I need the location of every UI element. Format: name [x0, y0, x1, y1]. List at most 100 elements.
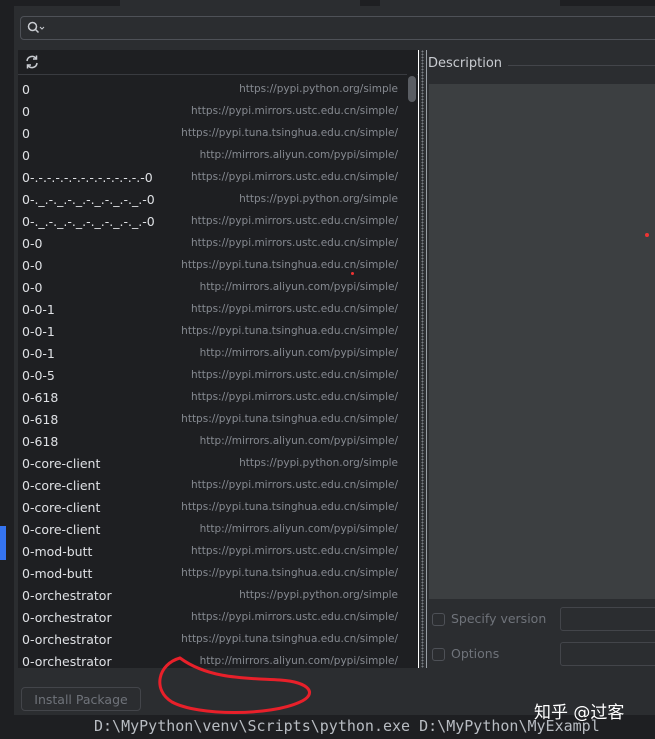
package-row[interactable]: 0-core-client https://pypi.python.org/sim…: [18, 453, 402, 475]
version-select[interactable]: [560, 607, 655, 631]
package-repository: https://pypi.mirrors.ustc.edu.cn/simple/: [191, 545, 398, 557]
package-repository: https://pypi.mirrors.ustc.edu.cn/simple/: [191, 303, 398, 315]
package-name: 0: [22, 82, 30, 97]
package-row[interactable]: 0-618 https://pypi.mirrors.ustc.edu.cn/si…: [18, 387, 402, 409]
package-repository: http://mirrors.aliyun.com/pypi/simple/: [199, 281, 398, 293]
package-name: 0: [22, 148, 30, 163]
package-repository: https://pypi.tuna.tsinghua.edu.cn/simple…: [181, 633, 398, 645]
package-search-field[interactable]: [20, 16, 655, 40]
package-name: 0-mod-butt: [22, 544, 93, 559]
package-row[interactable]: 0-0 https://pypi.tuna.tsinghua.edu.cn/sim…: [18, 255, 402, 277]
options-input[interactable]: [560, 642, 655, 666]
package-name: 0-core-client: [22, 456, 101, 471]
package-name: 0-.-.-.-.-.-.-.-.-.-.-.-.-.-0: [22, 170, 153, 185]
description-divider: [508, 65, 655, 66]
package-row[interactable]: 0-0 https://pypi.mirrors.ustc.edu.cn/simp…: [18, 233, 402, 255]
package-name: 0-0: [22, 280, 43, 295]
specify-version-checkbox[interactable]: [432, 613, 445, 626]
package-row[interactable]: 0-orchestrator https://pypi.mirrors.ustc.…: [18, 607, 402, 629]
package-row[interactable]: 0-618 http://mirrors.aliyun.com/pypi/simp…: [18, 431, 402, 453]
package-repository: https://pypi.mirrors.ustc.edu.cn/simple/: [191, 611, 398, 623]
package-name: 0-mod-butt: [22, 566, 93, 581]
package-repository: https://pypi.python.org/simple: [239, 589, 398, 601]
package-row[interactable]: 0-core-client http://mirrors.aliyun.com/p…: [18, 519, 402, 541]
package-row[interactable]: 0-core-client https://pypi.mirrors.ustc.e…: [18, 475, 402, 497]
package-list-scrollbar[interactable]: [407, 74, 417, 668]
package-list-toolbar: [18, 50, 418, 75]
package-name: 0-orchestrator: [22, 588, 112, 603]
package-row[interactable]: 0-0-1 https://pypi.tuna.tsinghua.edu.cn/s…: [18, 321, 402, 343]
scrollbar-thumb[interactable]: [408, 76, 416, 102]
package-row[interactable]: 0-0 http://mirrors.aliyun.com/pypi/simple…: [18, 277, 402, 299]
description-panel: [429, 84, 655, 599]
package-name: 0-618: [22, 390, 59, 405]
options-checkbox[interactable]: [432, 648, 445, 661]
package-name: 0-0: [22, 236, 43, 251]
package-repository: https://pypi.mirrors.ustc.edu.cn/simple/: [191, 171, 398, 183]
package-name: 0: [22, 104, 30, 119]
package-row[interactable]: 0 https://pypi.python.org/simple: [18, 79, 402, 101]
red-annotation-circle: [158, 656, 311, 714]
package-row[interactable]: 0 https://pypi.tuna.tsinghua.edu.cn/simpl…: [18, 123, 402, 145]
description-annotation-dot: [645, 233, 649, 237]
package-repository: https://pypi.mirrors.ustc.edu.cn/simple/: [191, 237, 398, 249]
package-name: 0-orchestrator: [22, 654, 112, 669]
package-row[interactable]: 0-orchestrator https://pypi.tuna.tsinghua…: [18, 629, 402, 651]
package-name: 0-0-1: [22, 346, 55, 361]
package-repository: https://pypi.python.org/simple: [239, 457, 398, 469]
package-name: 0-0-5: [22, 368, 55, 383]
ide-selection-marker: [0, 526, 6, 560]
install-package-button[interactable]: Install Package: [21, 687, 141, 711]
package-name: 0-orchestrator: [22, 632, 112, 647]
package-row[interactable]: 0-0-1 https://pypi.mirrors.ustc.edu.cn/si…: [18, 299, 402, 321]
package-name: 0-core-client: [22, 500, 101, 515]
package-repository: https://pypi.tuna.tsinghua.edu.cn/simple…: [181, 567, 398, 579]
package-repository: https://pypi.python.org/simple: [239, 83, 398, 95]
package-row[interactable]: 0 https://pypi.mirrors.ustc.edu.cn/simple…: [18, 101, 402, 123]
package-name: 0-0-1: [22, 302, 55, 317]
package-row[interactable]: 0 http://mirrors.aliyun.com/pypi/simple/: [18, 145, 402, 167]
package-name: 0-0-1: [22, 324, 55, 339]
package-repository: https://pypi.tuna.tsinghua.edu.cn/simple…: [181, 127, 398, 139]
package-row[interactable]: 0-618 https://pypi.tuna.tsinghua.edu.cn/s…: [18, 409, 402, 431]
watermark: 知乎 @过客: [534, 703, 625, 723]
package-row[interactable]: 0-.-.-.-.-.-.-.-.-.-.-.-.-.-0 https://pyp…: [18, 167, 402, 189]
package-name: 0-core-client: [22, 478, 101, 493]
package-row[interactable]: 0-._.-._.-._.-._.-._.-._.-0 https://pypi.…: [18, 211, 402, 233]
package-repository: https://pypi.python.org/simple: [239, 193, 398, 205]
package-name: 0-._.-._.-._.-._.-._.-._.-0: [22, 214, 155, 229]
description-heading: Description: [428, 56, 503, 71]
package-row[interactable]: 0-core-client https://pypi.tuna.tsinghua.…: [18, 497, 402, 519]
package-row[interactable]: 0-mod-butt https://pypi.tuna.tsinghua.edu…: [18, 563, 402, 585]
package-name: 0-core-client: [22, 522, 101, 537]
package-row[interactable]: 0-._.-._.-._.-._.-._.-._.-0 https://pypi.…: [18, 189, 402, 211]
package-name: 0-0: [22, 258, 43, 273]
package-name: 0-618: [22, 434, 59, 449]
package-repository: https://pypi.mirrors.ustc.edu.cn/simple/: [191, 369, 398, 381]
package-repository: https://pypi.tuna.tsinghua.edu.cn/simple…: [181, 259, 398, 271]
package-repository: https://pypi.tuna.tsinghua.edu.cn/simple…: [181, 501, 398, 513]
package-repository: https://pypi.mirrors.ustc.edu.cn/simple/: [191, 391, 398, 403]
package-repository: https://pypi.tuna.tsinghua.edu.cn/simple…: [181, 325, 398, 337]
package-repository: https://pypi.tuna.tsinghua.edu.cn/simple…: [181, 413, 398, 425]
package-name: 0-orchestrator: [22, 610, 112, 625]
specify-version-label: Specify version: [451, 611, 547, 626]
package-name: 0: [22, 126, 30, 141]
panel-splitter[interactable]: [418, 50, 427, 668]
search-icon[interactable]: [27, 21, 45, 35]
package-row[interactable]: 0-orchestrator https://pypi.python.org/si…: [18, 585, 402, 607]
annotation-dot: [351, 272, 354, 275]
package-name: 0-._.-._.-._.-._.-._.-._.-0: [22, 192, 155, 207]
package-row[interactable]: 0-mod-butt https://pypi.mirrors.ustc.edu.…: [18, 541, 402, 563]
package-repository: http://mirrors.aliyun.com/pypi/simple/: [199, 347, 398, 359]
options-label: Options: [451, 646, 500, 661]
package-row[interactable]: 0-0-5 https://pypi.mirrors.ustc.edu.cn/si…: [18, 365, 402, 387]
package-repository: http://mirrors.aliyun.com/pypi/simple/: [199, 149, 398, 161]
package-repository: https://pypi.mirrors.ustc.edu.cn/simple/: [191, 215, 398, 227]
refresh-icon[interactable]: [24, 54, 40, 70]
search-input[interactable]: [49, 19, 653, 39]
ide-left-edge: [0, 14, 14, 739]
package-name: 0-618: [22, 412, 59, 427]
package-row[interactable]: 0-0-1 http://mirrors.aliyun.com/pypi/simp…: [18, 343, 402, 365]
package-repository: https://pypi.mirrors.ustc.edu.cn/simple/: [191, 479, 398, 491]
